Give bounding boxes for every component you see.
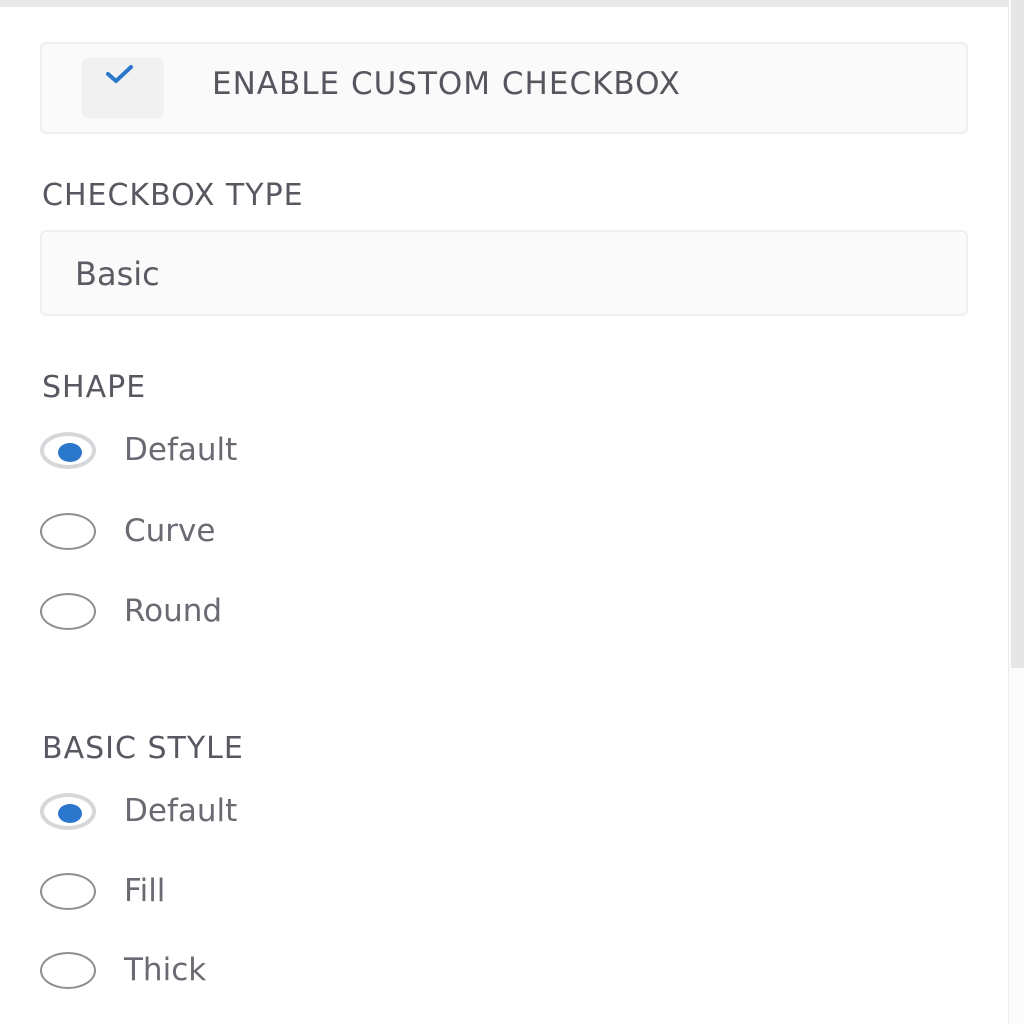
checkbox-type-label: CHECKBOX TYPE [42,178,304,213]
basic-style-option-fill[interactable]: Fill [40,873,440,913]
shape-option-label: Curve [124,513,216,549]
checkbox-type-value: Basic [75,255,160,293]
checkmark-icon [106,65,133,83]
shape-option-curve[interactable]: Curve [40,513,440,553]
shape-label: SHAPE [42,370,147,405]
shape-option-round[interactable]: Round [40,593,440,633]
basic-style-option-label: Default [124,793,238,829]
radio-unselected-icon[interactable] [40,513,96,550]
shape-option-label: Round [124,593,223,629]
scrollbar-thumb[interactable] [1011,0,1024,668]
top-divider [0,0,1008,7]
radio-selected-icon[interactable] [40,432,96,469]
shape-option-label: Default [124,432,238,468]
enable-custom-checkbox-label: ENABLE CUSTOM CHECKBOX [212,66,681,102]
shape-option-default[interactable]: Default [40,432,440,472]
vertical-scrollbar[interactable] [1008,0,1024,1024]
basic-style-option-label: Thick [124,952,207,988]
radio-unselected-icon[interactable] [40,593,96,630]
basic-style-option-default[interactable]: Default [40,793,440,833]
basic-style-label: BASIC STYLE [42,731,244,766]
radio-unselected-icon[interactable] [40,873,96,910]
basic-style-option-thick[interactable]: Thick [40,952,440,992]
radio-selected-icon[interactable] [40,793,96,830]
enable-custom-checkbox[interactable] [82,58,164,118]
basic-style-option-label: Fill [124,873,166,909]
enable-custom-checkbox-row[interactable]: ENABLE CUSTOM CHECKBOX [40,42,968,134]
checkbox-type-select[interactable]: Basic [40,230,968,316]
settings-panel: ENABLE CUSTOM CHECKBOX CHECKBOX TYPE Bas… [0,0,1024,1024]
radio-unselected-icon[interactable] [40,952,96,989]
